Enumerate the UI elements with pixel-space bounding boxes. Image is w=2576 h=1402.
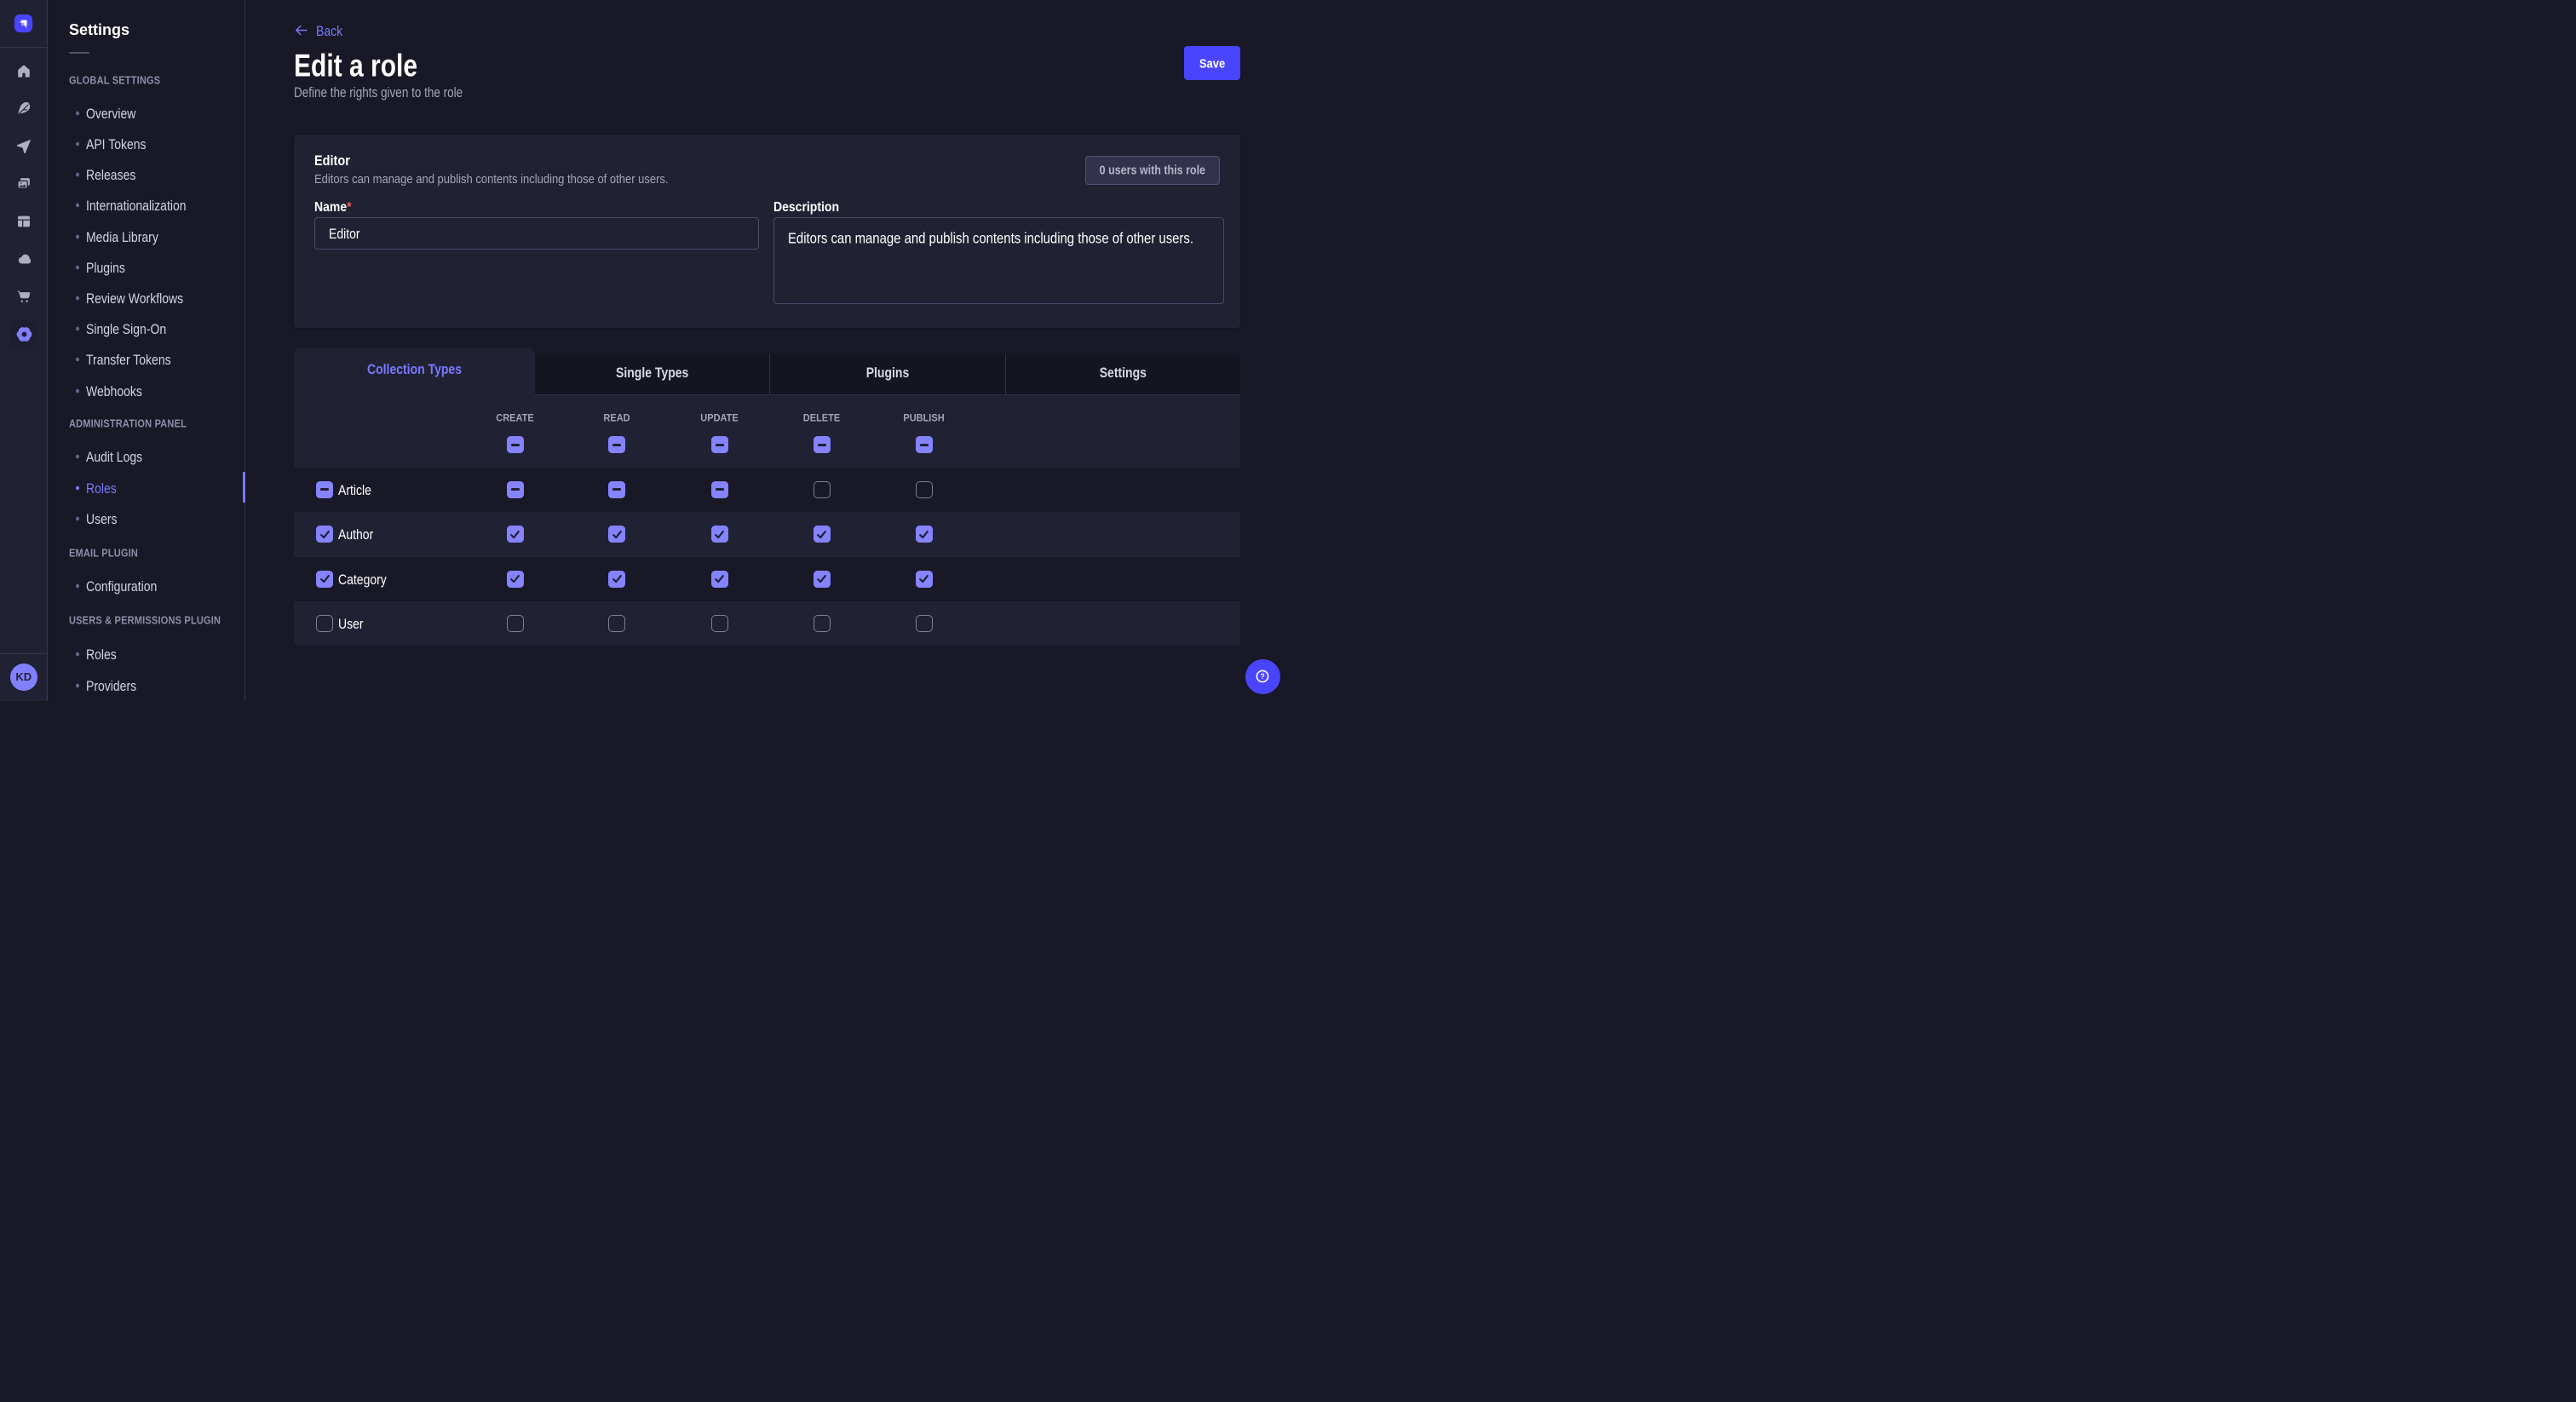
svg-text:?: ? (1261, 672, 1265, 681)
